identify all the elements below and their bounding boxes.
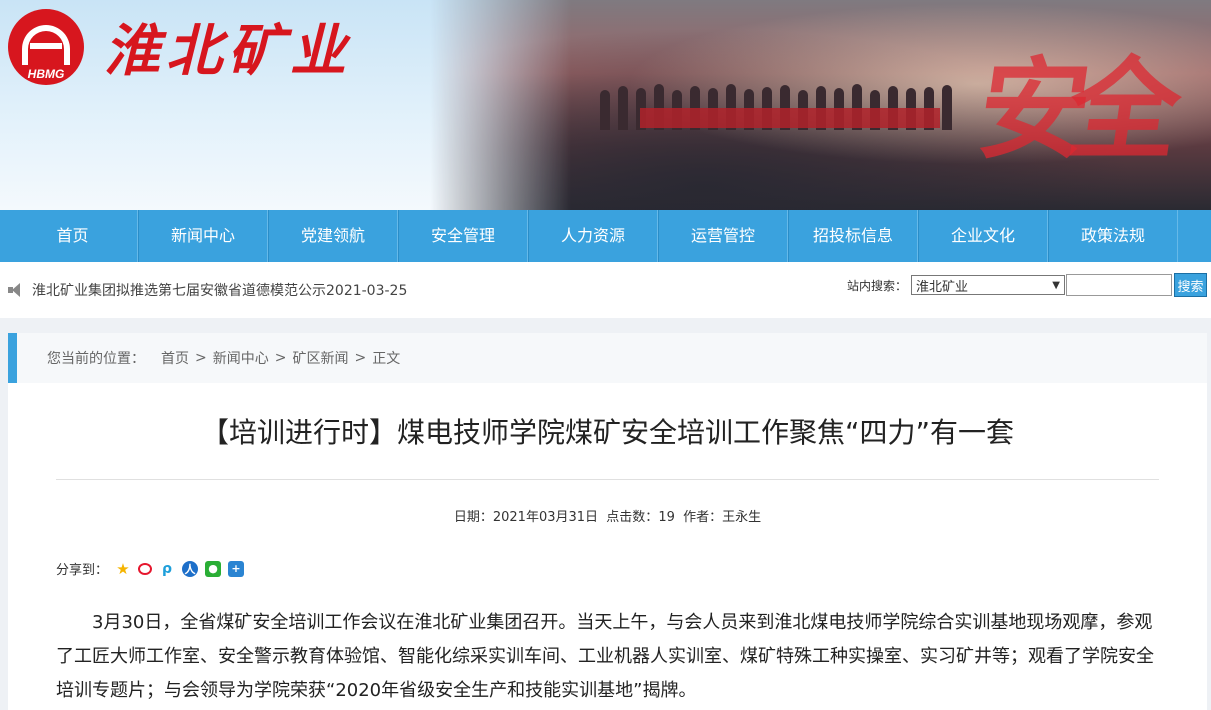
qzone-icon[interactable]: ★ xyxy=(115,560,131,578)
breadcrumb-separator: > xyxy=(354,350,367,366)
banner-stage-backdrop xyxy=(640,108,940,128)
article-author: 王永生 xyxy=(722,510,762,525)
hbmg-logo-icon: HBMG xyxy=(8,8,84,85)
nav-item-party[interactable]: 党建领航 xyxy=(268,210,398,262)
speaker-icon xyxy=(8,283,26,297)
breadcrumb-separator: > xyxy=(195,350,207,366)
breadcrumb: 您当前的位置： 首页 > 新闻中心 > 矿区新闻 > 正文 xyxy=(8,333,1207,383)
banner-safety-graphic: 安全 xyxy=(970,45,1169,174)
site-logo[interactable]: HBMG 淮北矿业 xyxy=(8,6,352,87)
ticker-link[interactable]: 淮北矿业集团拟推选第七届安徽省道德模范公示2021-03-25 xyxy=(32,280,407,300)
article-paragraph: 3月30日，全省煤矿安全培训工作会议在淮北矿业集团召开。当天上午，与会人员来到淮… xyxy=(56,612,1154,701)
breadcrumb-current: 正文 xyxy=(372,351,401,367)
clicks-label: 点击数： xyxy=(606,510,659,525)
site-search: 站内搜索： 淮北矿业 ▼ 搜索 xyxy=(847,273,1207,297)
breadcrumb-home[interactable]: 首页 xyxy=(161,348,189,368)
search-scope-select[interactable]: 淮北矿业 ▼ xyxy=(911,275,1065,295)
header-banner: 安全 HBMG 淮北矿业 xyxy=(0,0,1211,210)
click-count: 19 xyxy=(658,510,675,525)
article-date: 2021年03月31日 xyxy=(492,510,599,525)
nav-item-safety[interactable]: 安全管理 xyxy=(398,210,528,262)
title-divider xyxy=(56,479,1159,480)
nav-item-tender[interactable]: 招投标信息 xyxy=(788,210,918,262)
nav-item-policy[interactable]: 政策法规 xyxy=(1048,210,1178,262)
dropdown-arrow-icon: ▼ xyxy=(1052,279,1060,291)
breadcrumb-prefix: 您当前的位置： xyxy=(47,351,145,367)
article-meta: 日期：2021年03月31日 点击数：19 作者：王永生 xyxy=(8,506,1207,525)
main-nav: 首页 新闻中心 党建领航 安全管理 人力资源 运营管控 招投标信息 企业文化 政… xyxy=(0,210,1211,262)
share-label: 分享到： xyxy=(56,563,109,578)
author-label: 作者： xyxy=(683,510,723,525)
weibo-icon[interactable] xyxy=(138,562,153,575)
breadcrumb-separator: > xyxy=(274,350,287,366)
nav-item-culture[interactable]: 企业文化 xyxy=(918,210,1048,262)
search-label: 站内搜索： xyxy=(846,278,907,293)
more-share-icon[interactable]: + xyxy=(228,560,245,577)
nav-item-news[interactable]: 新闻中心 xyxy=(138,210,268,262)
search-input[interactable] xyxy=(1066,274,1172,296)
search-button[interactable]: 搜索 xyxy=(1174,273,1207,297)
search-scope-value: 淮北矿业 xyxy=(916,279,969,295)
nav-item-home[interactable]: 首页 xyxy=(8,210,138,262)
site-name: 淮北矿业 xyxy=(104,18,352,84)
nav-item-operations[interactable]: 运营管控 xyxy=(658,210,788,262)
news-ticker-row: 淮北矿业集团拟推选第七届安徽省道德模范公示2021-03-25 站内搜索： 淮北… xyxy=(0,262,1211,318)
article-title: 【培训进行时】煤电技师学院煤矿安全培训工作聚焦“四力”有一套 xyxy=(200,416,1014,449)
wechat-icon[interactable]: ● xyxy=(205,560,222,577)
renren-icon[interactable]: 人 xyxy=(182,560,199,577)
breadcrumb-mine-news[interactable]: 矿区新闻 xyxy=(292,348,348,368)
breadcrumb-news[interactable]: 新闻中心 xyxy=(213,348,269,368)
logo-abbr: HBMG xyxy=(27,66,65,81)
nav-item-hr[interactable]: 人力资源 xyxy=(528,210,658,262)
pengyou-icon[interactable]: ρ xyxy=(159,560,176,577)
share-bar: 分享到： ★ ρ 人 ● + xyxy=(56,559,1207,578)
article-container: 您当前的位置： 首页 > 新闻中心 > 矿区新闻 > 正文 【培训进行时】煤电技… xyxy=(8,333,1207,710)
date-label: 日期： xyxy=(453,510,493,525)
